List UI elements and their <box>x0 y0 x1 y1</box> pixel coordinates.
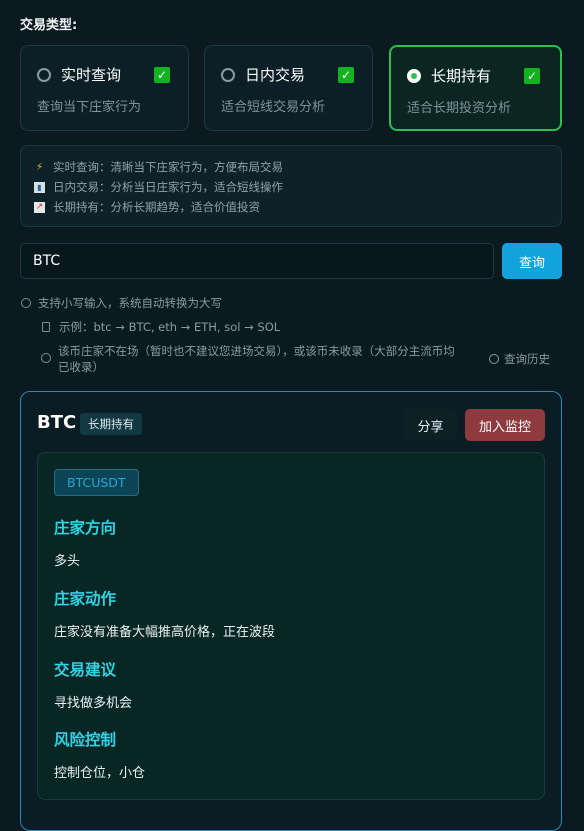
lightning-icon: ⚡ <box>35 161 44 173</box>
section-body: 寻找做多机会 <box>54 696 133 711</box>
query-history-link[interactable]: 查询历史 <box>489 351 550 367</box>
bar-chart-icon: ▮ <box>34 181 45 193</box>
section-title: 风险控制 <box>54 731 117 749</box>
type-title: 实时查询 <box>61 66 122 84</box>
section-title: 庄家方向 <box>54 519 117 537</box>
result-card: BTC 长期持有 分享 加入监控 BTCUSDT 庄家方向 多头 庄家动作 庄家… <box>20 391 562 831</box>
type-card-longterm[interactable]: 长期持有 ✓ 适合长期投资分析 <box>389 45 562 131</box>
trend-up-icon: ↗ <box>34 201 45 213</box>
type-card-realtime[interactable]: 实时查询 ✓ 查询当下庄家行为 <box>20 45 189 131</box>
radio-button[interactable] <box>221 68 235 82</box>
type-desc: 适合长期投资分析 <box>407 101 512 116</box>
trading-pair-badge: BTCUSDT <box>54 469 139 496</box>
info-line: ⚡ 实时查询：清晰当下庄家行为，方便布局交易 <box>34 159 283 175</box>
symbol-search-input[interactable] <box>20 243 494 279</box>
info-line: ▮ 日内交易：分析当日庄家行为，适合短线操作 <box>34 179 283 195</box>
info-text: 日内交易：分析当日庄家行为，适合短线操作 <box>53 180 283 194</box>
type-card-intraday[interactable]: 日内交易 ✓ 适合短线交易分析 <box>204 45 373 131</box>
section-body: 庄家没有准备大幅推高价格，正在波段 <box>54 625 276 640</box>
trade-type-label: 交易类型: <box>20 18 78 33</box>
hint-warning-line2: 已收录） <box>58 360 104 374</box>
hint-lowercase: 支持小写输入，系统自动转换为大写 <box>38 296 222 310</box>
document-icon <box>42 322 50 332</box>
clock-icon <box>41 353 51 363</box>
query-button[interactable]: 查询 <box>502 243 562 279</box>
clock-icon <box>489 354 499 364</box>
history-label: 查询历史 <box>504 352 550 366</box>
section-title: 庄家动作 <box>54 590 117 608</box>
type-info-box: ⚡ 实时查询：清晰当下庄家行为，方便布局交易 ▮ 日内交易：分析当日庄家行为，适… <box>20 145 562 227</box>
info-line: ↗ 长期持有：分析长期趋势，适合价值投资 <box>34 199 260 215</box>
coin-symbol: BTC <box>37 412 77 433</box>
type-title: 日内交易 <box>245 66 306 84</box>
type-desc: 适合短线交易分析 <box>221 100 326 115</box>
checkmark-icon: ✓ <box>154 67 170 83</box>
radio-button-selected[interactable] <box>407 69 421 83</box>
add-monitor-button[interactable]: 加入监控 <box>465 409 545 441</box>
checkmark-icon: ✓ <box>524 68 540 84</box>
section-title: 交易建议 <box>54 661 117 679</box>
checkmark-icon: ✓ <box>338 67 354 83</box>
radio-button[interactable] <box>37 68 51 82</box>
section-body: 多头 <box>54 554 81 569</box>
analysis-panel: BTCUSDT 庄家方向 多头 庄家动作 庄家没有准备大幅推高价格，正在波段 交… <box>37 452 545 800</box>
section-body: 控制仓位，小仓 <box>54 766 146 781</box>
hint-example: 示例：btc → BTC, eth → ETH, sol → SOL <box>59 320 281 334</box>
info-text: 实时查询：清晰当下庄家行为，方便布局交易 <box>53 160 283 174</box>
share-button[interactable]: 分享 <box>404 409 457 441</box>
type-desc: 查询当下庄家行为 <box>37 100 142 115</box>
type-title: 长期持有 <box>431 67 492 85</box>
info-text: 长期持有：分析长期趋势，适合价值投资 <box>53 200 260 214</box>
type-tag: 长期持有 <box>80 413 142 435</box>
hint-warning-line1: 该币庄家不在场（暂时也不建议您进场交易），或该币未收录（大部分主流币均 <box>58 344 455 358</box>
info-circle-icon <box>21 298 31 308</box>
